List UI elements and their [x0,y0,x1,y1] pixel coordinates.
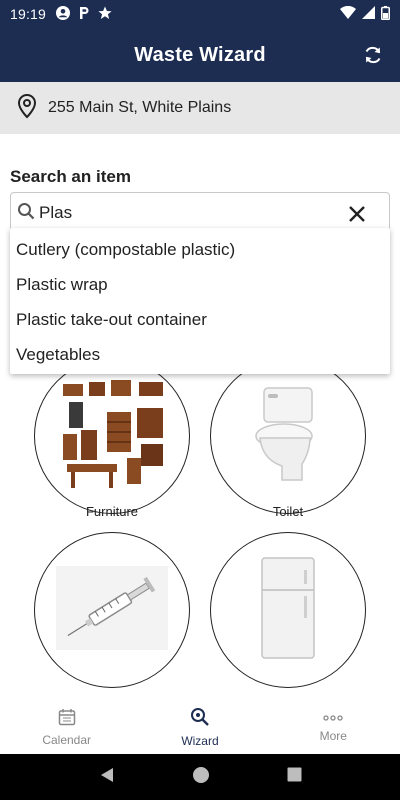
app-bar: Waste Wizard [0,28,400,82]
tile-refrigerator[interactable] [210,532,366,688]
nav-label: Wizard [181,733,219,748]
home-icon[interactable] [192,766,210,789]
furniture-image [57,374,167,499]
nav-label: Calendar [42,732,92,747]
nav-more[interactable]: More [267,700,400,754]
search-input[interactable] [39,203,339,223]
close-icon[interactable] [345,202,369,226]
tile-label: Toilet [272,504,304,519]
status-time: 19:19 [10,6,47,22]
suggestion-item[interactable]: Vegetables [10,337,390,372]
suggestions-dropdown: Cutlery (compostable plastic) Plastic wr… [10,228,390,374]
tile-syringe[interactable] [34,532,190,688]
parking-icon [78,6,90,23]
nav-wizard[interactable]: Wizard [133,700,266,754]
tile-furniture[interactable] [34,358,190,514]
tile-label: Furniture [85,504,139,519]
suggestion-item[interactable]: Cutlery (compostable plastic) [10,232,390,267]
refresh-icon[interactable] [360,42,386,68]
search-icon [17,202,35,225]
signal-icon [362,6,375,22]
account-circle-icon [56,5,71,23]
address-text: 255 Main St, White Plains [48,99,232,116]
battery-icon [381,5,390,23]
suggestion-item[interactable]: Plastic wrap [10,267,390,302]
tile-toilet[interactable] [210,358,366,514]
category-grid: Furniture Toilet [0,358,400,700]
bottom-nav: Calendar Wizard More [0,700,400,754]
address-bar[interactable]: 255 Main St, White Plains [0,82,400,134]
system-nav-bar [0,754,400,800]
status-bar: 19:19 [0,0,400,28]
location-pin-icon [16,93,38,124]
star-icon [98,6,112,23]
more-dots-icon [323,711,343,725]
calendar-icon [58,708,76,729]
syringe-image [56,565,168,655]
recents-icon[interactable] [287,767,302,787]
nav-label: More [319,729,347,743]
nav-calendar[interactable]: Calendar [0,700,133,754]
suggestion-item[interactable]: Plastic take-out container [10,302,390,337]
app-title: Waste Wizard [134,43,266,66]
refrigerator-image [258,556,318,665]
wizard-search-icon [190,707,210,730]
wifi-icon [340,5,356,22]
search-label: Search an item [10,167,131,186]
toilet-image [248,384,328,489]
back-icon[interactable] [99,767,115,788]
